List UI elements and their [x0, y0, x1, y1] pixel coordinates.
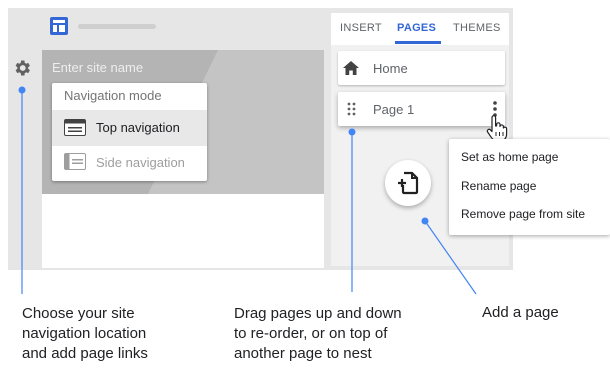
nav-option-top-label[interactable]: Top navigation	[96, 120, 180, 135]
tab-pages[interactable]: PAGES	[397, 22, 436, 34]
caption-drag-pages: Drag pages up and down to re-order, or o…	[234, 304, 474, 364]
tab-themes[interactable]: THEMES	[453, 22, 501, 34]
sites-app-icon	[50, 17, 68, 35]
title-placeholder-bar	[78, 24, 156, 29]
menu-item-remove[interactable]: Remove page from site	[461, 207, 585, 221]
drag-handle-icon[interactable]	[347, 102, 356, 116]
tab-insert[interactable]: INSERT	[340, 22, 382, 34]
page-item-page1[interactable]	[338, 92, 505, 126]
caption-line: another page to nest	[234, 345, 372, 362]
page-item-home[interactable]	[338, 51, 505, 85]
caption-line: to re-order, or on top of	[234, 325, 388, 342]
caption-add-page: Add a page	[482, 303, 602, 323]
gear-icon[interactable]	[12, 58, 32, 78]
side-navigation-icon	[64, 153, 86, 170]
page-item-page1-label: Page 1	[373, 102, 415, 117]
caption-navigation: Choose your site navigation location and…	[22, 304, 212, 364]
top-navigation-icon	[64, 119, 86, 136]
caption-line: Choose your site	[22, 305, 135, 322]
navigation-mode-title: Navigation mode	[64, 88, 162, 103]
caption-line: Drag pages up and down	[234, 305, 402, 322]
caption-line: navigation location	[22, 325, 147, 342]
caption-line: and add page links	[22, 345, 148, 362]
site-name-input[interactable]: Enter site name	[52, 60, 143, 75]
menu-item-set-home[interactable]: Set as home page	[461, 150, 558, 164]
active-tab-indicator	[395, 41, 441, 44]
page-item-home-label: Home	[373, 61, 408, 76]
nav-option-side-label[interactable]: Side navigation	[96, 155, 185, 170]
add-page-icon	[398, 171, 419, 195]
menu-item-rename[interactable]: Rename page	[461, 179, 536, 193]
home-icon	[343, 61, 359, 75]
caption-line: Add a page	[482, 304, 559, 321]
